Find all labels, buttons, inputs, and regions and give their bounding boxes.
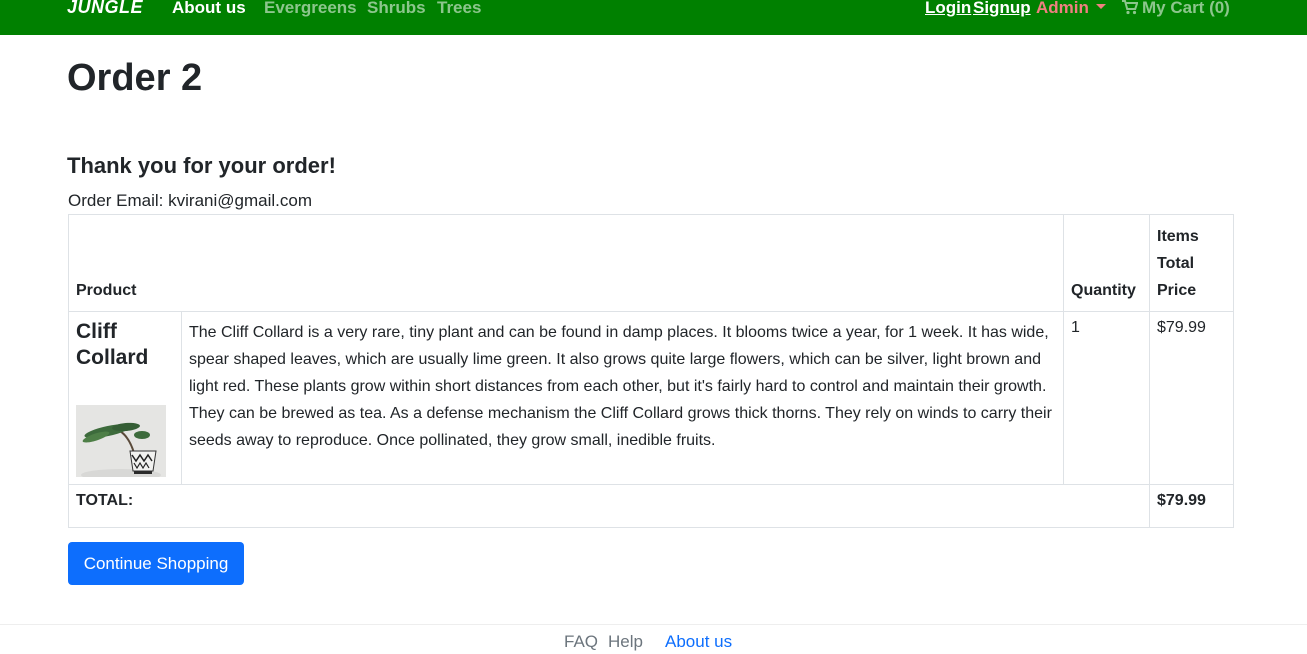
caret-down-icon	[1095, 4, 1106, 9]
total-value: $79.99	[1149, 484, 1234, 528]
nav-about-us[interactable]: About us	[172, 0, 246, 18]
nav-shrubs[interactable]: Shrubs	[367, 0, 426, 18]
nav-login[interactable]: Login	[925, 0, 971, 18]
brand-logo[interactable]: JUNGLE	[67, 0, 143, 18]
product-image	[76, 405, 166, 477]
product-cell: Cliff Collard	[68, 311, 182, 485]
continue-shopping-button[interactable]: Continue Shopping	[68, 542, 244, 585]
product-quantity: 1	[1063, 311, 1150, 485]
header-items-total-price: Items Total Price	[1149, 214, 1234, 312]
nav-signup[interactable]: Signup	[973, 0, 1031, 18]
product-description: The Cliff Collard is a very rare, tiny p…	[180, 311, 1065, 485]
footer: FAQ Help About us	[0, 624, 1307, 654]
footer-about-link[interactable]: About us	[665, 632, 732, 652]
thank-you-heading: Thank you for your order!	[67, 153, 336, 178]
shopping-cart-icon	[1122, 0, 1138, 15]
nav-my-cart[interactable]: My Cart (0)	[1122, 0, 1230, 18]
page-title: Order 2	[67, 57, 203, 99]
nav-admin-label: Admin	[1036, 0, 1089, 17]
footer-help-link[interactable]: Help	[608, 632, 643, 652]
product-price: $79.99	[1149, 311, 1234, 485]
order-email: Order Email: kvirani@gmail.com	[68, 191, 312, 210]
nav-admin-dropdown[interactable]: Admin	[1036, 0, 1106, 18]
footer-faq-link[interactable]: FAQ	[564, 632, 598, 652]
product-name: Cliff Collard	[76, 320, 149, 369]
total-row: TOTAL: $79.99	[68, 484, 1234, 528]
total-label: TOTAL:	[68, 484, 1150, 528]
table-header-row: Product Quantity Items Total Price	[67, 214, 1234, 312]
header-product: Product	[67, 214, 1065, 312]
top-navbar: JUNGLE About us Evergreens Shrubs Trees …	[0, 0, 1307, 35]
table-row: Cliff Collard The Cliff Collard is a ver…	[68, 311, 1234, 485]
nav-cart-label: My Cart (0)	[1142, 0, 1230, 17]
order-table: Product Quantity Items Total Price Cliff…	[67, 214, 1234, 528]
header-quantity: Quantity	[1063, 214, 1150, 312]
nav-evergreens[interactable]: Evergreens	[264, 0, 357, 18]
nav-trees[interactable]: Trees	[437, 0, 481, 18]
